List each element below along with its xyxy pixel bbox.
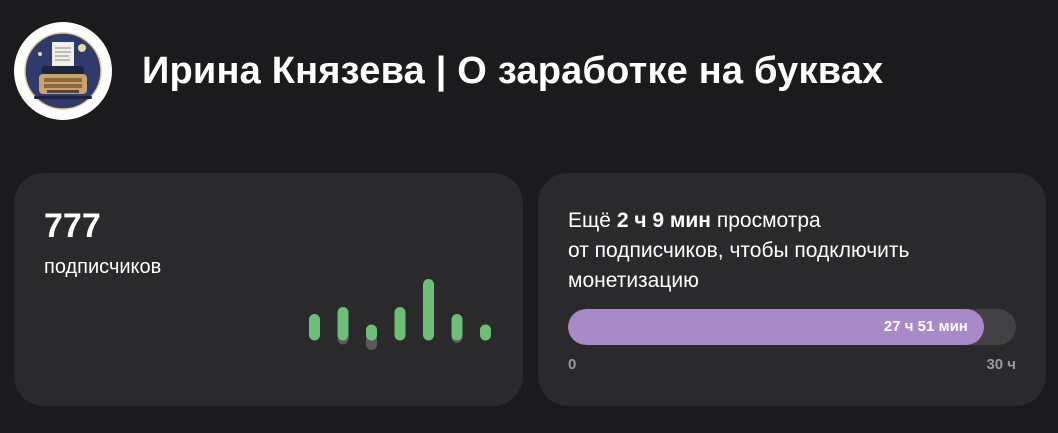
bar-up [394, 307, 406, 341]
typewriter-icon [24, 32, 102, 110]
subscribers-card[interactable]: 777 подписчиков [14, 173, 523, 406]
avatar[interactable] [14, 22, 112, 120]
bar-up [451, 314, 463, 341]
progress-scale-max: 30 ч [986, 356, 1016, 373]
monetization-card[interactable]: Ещё 2 ч 9 мин просмотра от подписчиков, … [538, 173, 1046, 406]
subscribers-label: подписчиков [44, 256, 162, 278]
monetization-prefix: Ещё [568, 209, 611, 232]
monetization-description: Ещё 2 ч 9 мин просмотра от подписчиков, … [568, 206, 1018, 296]
progress-value: 27 ч 51 мин [883, 318, 968, 335]
progress-scale-min: 0 [568, 356, 577, 373]
monetization-remaining: 2 ч 9 мин [616, 209, 711, 232]
channel-header: Ирина Князева | О заработке на буквах [14, 22, 883, 120]
bar-up [423, 279, 434, 341]
subscribers-activity-chart [309, 279, 491, 350]
subscribers-count: 777 [44, 207, 101, 245]
monetization-line2: от подписчиков, чтобы подключить [568, 239, 910, 262]
bar-up [309, 314, 320, 341]
progress-fill: 27 ч 51 мин [568, 309, 984, 345]
bar-up [480, 324, 491, 341]
bar-up [366, 324, 377, 341]
monetization-progress-bar: 27 ч 51 мин [568, 309, 1016, 345]
monetization-line3: монетизацию [568, 269, 699, 292]
monetization-suffix: просмотра [716, 209, 821, 232]
channel-title[interactable]: Ирина Князева | О заработке на буквах [142, 50, 883, 93]
bar-up [337, 307, 349, 341]
